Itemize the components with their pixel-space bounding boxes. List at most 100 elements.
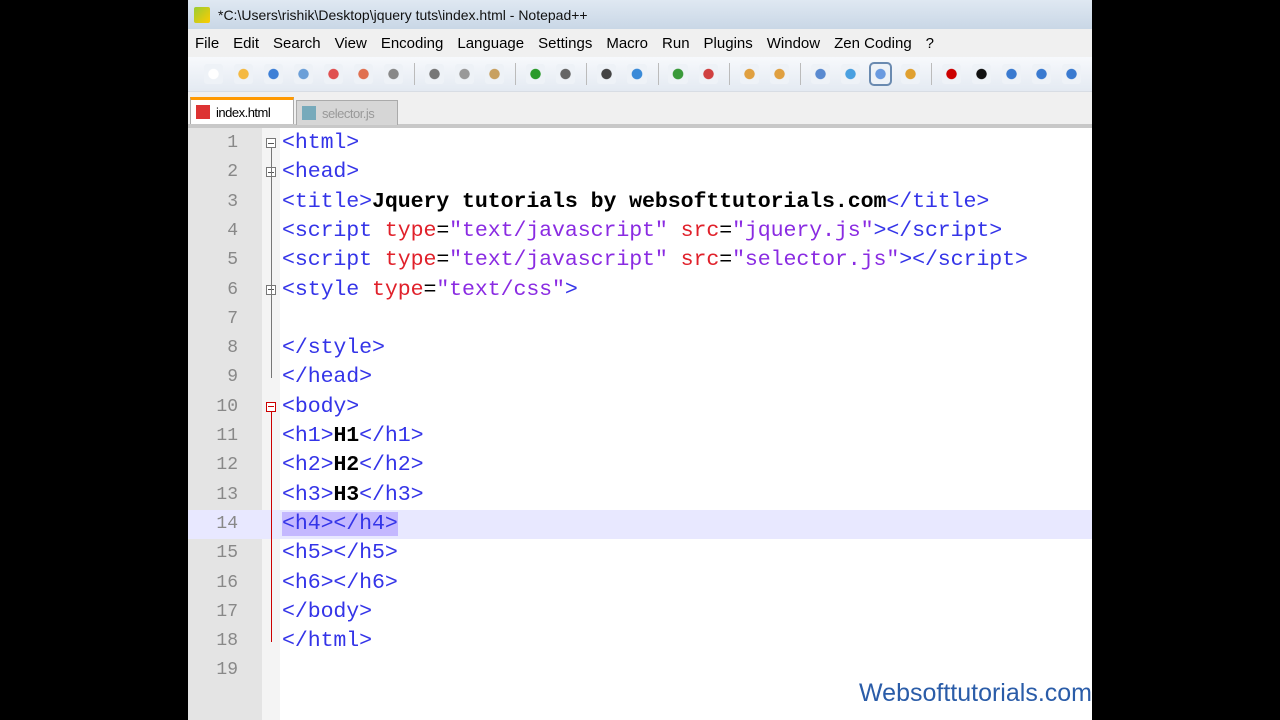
line-number: 19	[216, 660, 238, 681]
menu-view[interactable]: View	[335, 35, 367, 52]
tab-index-html[interactable]: index.html	[190, 97, 294, 124]
token-tag: </title>	[886, 189, 990, 214]
tab-selector-js[interactable]: selector.js	[296, 100, 398, 125]
token-tag: </style>	[282, 336, 385, 361]
code-line[interactable]: 14 <h4></h4>	[188, 509, 1092, 540]
line-number: 6	[227, 279, 238, 300]
token-attr: type	[372, 277, 424, 302]
tab-bar: index.html selector.js	[188, 92, 1092, 129]
line-number: 16	[216, 572, 238, 593]
code-line[interactable]: 3 <title>Jquery tutorials by websofttutor…	[188, 188, 1092, 217]
replace-icon[interactable]	[627, 64, 647, 84]
menu-help[interactable]: ?	[926, 35, 934, 52]
toolbar-separator	[799, 63, 801, 85]
paste-icon[interactable]	[485, 64, 505, 84]
play-macro-icon[interactable]	[1001, 64, 1021, 84]
toolbar-separator	[930, 63, 932, 85]
code-line[interactable]: 13 <h3>H3</h3>	[188, 481, 1092, 510]
menu-macro[interactable]: Macro	[606, 35, 648, 52]
line-number: 15	[216, 543, 238, 564]
code-text: <title>Jquery tutorials by websofttutori…	[282, 188, 989, 217]
token-tag: <h3>	[282, 482, 334, 507]
token-op: =	[719, 218, 733, 243]
code-line[interactable]: 1 <html>	[188, 129, 1092, 158]
close-icon[interactable]	[324, 64, 344, 84]
menu-settings[interactable]: Settings	[538, 35, 592, 52]
line-number: 17	[216, 601, 238, 622]
save-icon[interactable]	[264, 64, 284, 84]
token-txt: H2	[333, 453, 360, 478]
run-macro-multiple-icon[interactable]	[1031, 64, 1051, 84]
file-modified-icon	[196, 105, 210, 119]
all-chars-icon[interactable]	[840, 64, 860, 84]
menu-file[interactable]: File	[195, 35, 219, 52]
code-line[interactable]: 10 <body>	[188, 393, 1092, 422]
code-line[interactable]: 16 <h6></h6>	[188, 569, 1092, 598]
code-line[interactable]: 11 <h1>H1</h1>	[188, 422, 1092, 451]
redo-icon[interactable]	[556, 64, 576, 84]
stop-record-icon[interactable]	[971, 64, 991, 84]
close-all-icon[interactable]	[354, 64, 374, 84]
line-number: 14	[216, 513, 238, 534]
menu-language[interactable]: Language	[457, 35, 524, 52]
menu-encoding[interactable]: Encoding	[381, 35, 444, 52]
code-text: </body>	[282, 598, 372, 627]
token-op: =	[436, 248, 450, 273]
code-line[interactable]: 17 </body>	[188, 598, 1092, 627]
record-macro-icon[interactable]	[941, 64, 961, 84]
code-text: <h5></h5>	[282, 539, 398, 568]
wrap-icon[interactable]	[810, 64, 830, 84]
cut-icon[interactable]	[425, 64, 445, 84]
token-tag	[668, 248, 681, 272]
menu-edit[interactable]: Edit	[233, 35, 259, 52]
code-line[interactable]: 5 <script type="text/javascript" src="sel…	[188, 246, 1092, 275]
fold-toggle-icon[interactable]	[266, 138, 276, 148]
code-line[interactable]: 15 <h5></h5>	[188, 539, 1092, 568]
code-line[interactable]: 4 <script type="text/javascript" src="jqu…	[188, 217, 1092, 246]
print-icon[interactable]	[384, 64, 404, 84]
new-file-icon[interactable]	[204, 64, 224, 84]
copy-icon[interactable]	[455, 64, 475, 84]
undo-icon[interactable]	[526, 64, 546, 84]
menu-window[interactable]: Window	[767, 35, 820, 52]
open-icon[interactable]	[234, 64, 254, 84]
code-text: <style type="text/css">	[282, 276, 578, 305]
zoom-in-icon[interactable]	[668, 64, 688, 84]
menu-zen-coding[interactable]: Zen Coding	[834, 35, 912, 52]
line-number: 12	[216, 455, 238, 476]
sync-v-icon[interactable]	[739, 64, 759, 84]
token-tag: <head>	[282, 160, 360, 185]
tab-label: index.html	[216, 104, 271, 120]
sync-h-icon[interactable]	[769, 64, 789, 84]
code-line[interactable]: 2 <head>	[188, 158, 1092, 187]
code-editor[interactable]: 1 <html> 2 <head> 3 <title>Jquery tutorials b…	[188, 128, 1092, 720]
token-attr: type	[384, 248, 437, 273]
code-text: <script type="text/javascript" src="jque…	[282, 217, 1002, 246]
code-line[interactable]: 18 </html>	[188, 627, 1092, 656]
menu-run[interactable]: Run	[662, 35, 690, 52]
menu-plugins[interactable]: Plugins	[704, 35, 753, 52]
token-str: "jquery.js"	[732, 218, 874, 243]
code-line[interactable]: 8 </style>	[188, 334, 1092, 363]
file-saved-icon	[302, 106, 316, 120]
token-str: "text/javascript"	[449, 218, 668, 243]
token-tag: </h2>	[359, 453, 424, 478]
token-op: =	[436, 218, 450, 243]
code-text: <script type="text/javascript" src="sele…	[282, 246, 1028, 275]
code-line[interactable]: 9 </head>	[188, 363, 1092, 392]
token-tag: <h6></h6>	[282, 570, 398, 595]
save-macro-icon[interactable]	[1061, 64, 1081, 84]
token-tag: <script	[282, 218, 385, 243]
fold-toggle-icon[interactable]	[266, 401, 276, 412]
udl-icon[interactable]	[900, 64, 920, 84]
indent-guide-icon[interactable]	[868, 62, 892, 86]
code-line[interactable]: 6 <style type="text/css">	[188, 276, 1092, 305]
menu-search[interactable]: Search	[273, 35, 321, 52]
code-line[interactable]: 7	[188, 305, 1092, 334]
save-all-icon[interactable]	[294, 64, 314, 84]
zoom-out-icon[interactable]	[698, 64, 718, 84]
find-icon[interactable]	[597, 64, 617, 84]
code-line[interactable]: 12 <h2>H2</h2>	[188, 451, 1092, 480]
code-text: <h6></h6>	[282, 569, 398, 598]
code-text: <html>	[282, 129, 359, 158]
